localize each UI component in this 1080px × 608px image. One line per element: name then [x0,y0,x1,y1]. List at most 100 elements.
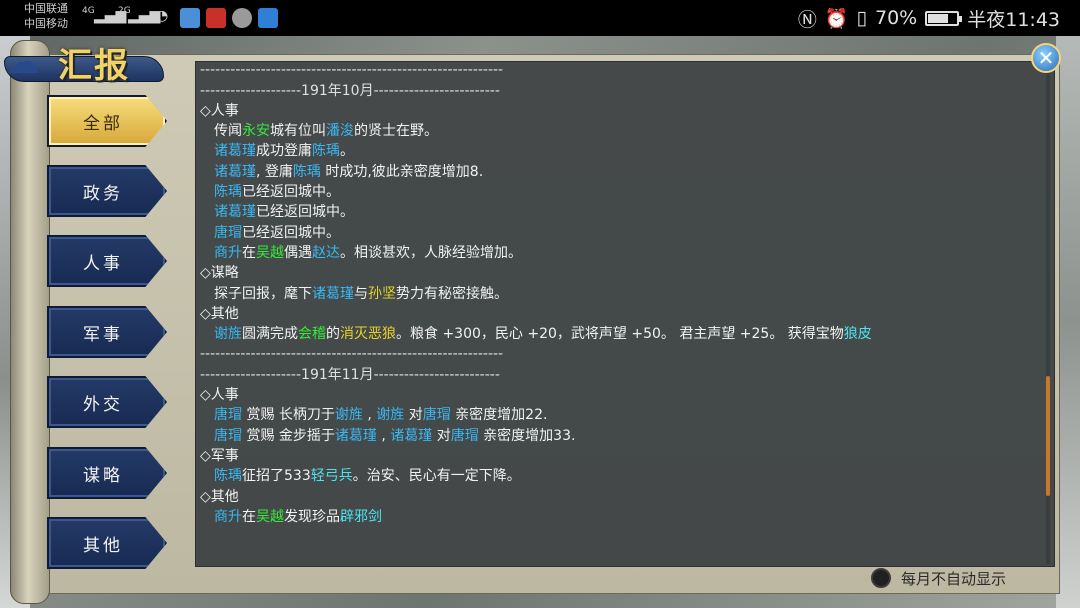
nav-tab-6[interactable]: 其他 [47,517,167,569]
log-text-segment: 唐瑁 [422,407,451,424]
carrier-labels: 中国联通 中国移动 [24,1,68,31]
log-text-segment: 势力有秘密接触。 [396,285,508,302]
log-text-segment: 吴越 [256,508,284,525]
title-banner: ☁ 汇报 [4,36,174,100]
log-text-segment: 狼皮 [843,326,872,343]
game-scene: 谢旌征招了504轻弓兵。治安、民心有一定下降。-----------------… [0,36,1080,608]
log-entry: 诸葛瑾已经返回城中。 [196,202,1036,222]
log-entry: 商升在吴越偶遇赵达。相谈甚欢，人脉经验增加。 [196,243,1036,263]
app-notification-icon [180,8,200,28]
log-text-segment: 。 [340,143,354,160]
log-text-segment: 时成功,彼此亲密度增加8. [320,163,484,180]
nav-tab-4[interactable]: 外交 [47,376,167,428]
auto-show-toggle[interactable]: 每月不自动显示 [871,566,1006,590]
log-text-segment: 谢旌 [376,407,405,424]
log-text-segment: 消灭恶狼 [340,326,396,343]
status-right-group: Ⓝ ⏰ ▯ 70% 半夜11:43 [798,5,1060,31]
log-entry: 探子回报，麾下诸葛瑾与孙坚势力有秘密接触。 [196,284,1036,304]
log-text-segment: --------------------191年11月-------------… [200,366,500,383]
log-text-segment: 已经返回城中。 [242,184,340,201]
log-entry: 唐瑁已经返回城中。 [196,223,1036,243]
log-text-segment: 。治安、民心有一定下降。 [352,468,521,485]
log-text-segment: 成功登庸 [256,143,312,160]
log-text-segment: 。粮食 +300，民心 +20，武将声望 +50。 君主声望 +25。 获得宝物 [396,326,844,343]
log-text-segment: 诸葛瑾 [312,285,354,302]
log-text-segment: 圆满完成 [242,326,298,343]
log-text-segment: 诸葛瑾 [214,143,256,160]
log-text-segment: 诸葛瑾 [214,204,256,221]
log-text-segment: 诸葛瑾 [390,427,433,444]
log-scrollbar-thumb[interactable] [1046,375,1050,496]
carrier-2: 中国移动 [24,17,68,30]
log-text-segment: , 登庸 [256,163,293,180]
nav-tab-label: 全部 [83,113,123,134]
log-section-header: ◇谋略 [196,263,1036,283]
carrier-1: 中国联通 [24,2,68,15]
alarm-icon: ⏰ [824,7,849,30]
report-log[interactable]: 谢旌征招了504轻弓兵。治安、民心有一定下降。-----------------… [196,62,1036,566]
log-section-header: ◇军事 [196,446,1036,466]
log-text-segment: 商升 [214,508,242,525]
log-text-segment: 与 [354,285,368,302]
log-text-segment: --------------------191年10月-------------… [200,82,500,99]
log-separator: --------------------191年11月-------------… [196,365,1036,385]
log-separator: --------------------191年10月-------------… [196,81,1036,101]
clock: 半夜11:43 [967,8,1060,31]
log-section-header: ◇人事 [196,385,1036,405]
report-panel: 谢旌征招了504轻弓兵。治安、民心有一定下降。-----------------… [36,54,1060,594]
log-text-segment: 唐瑁 [214,224,242,241]
log-text-segment: ----------------------------------------… [200,346,504,363]
log-text-segment: 已经返回城中。 [256,204,354,221]
nav-tab-1[interactable]: 政务 [47,165,167,217]
log-entry: 陈瑀已经返回城中。 [196,182,1036,202]
report-log-box[interactable]: 谢旌征招了504轻弓兵。治安、民心有一定下降。-----------------… [195,61,1055,567]
log-separator: ----------------------------------------… [196,344,1036,364]
log-text-segment: 陈瑀 [312,143,340,160]
nav-tab-label: 谋略 [83,465,123,486]
log-text-segment: 陈瑀 [214,468,242,485]
log-text-segment: 诸葛瑾 [334,427,377,444]
nav-tab-3[interactable]: 军事 [47,306,167,358]
log-text-segment: 赏赐 金步摇于 [242,427,335,444]
scroll-roll [10,40,50,604]
nav-tab-2[interactable]: 人事 [47,235,167,287]
close-icon: ✕ [1031,43,1061,73]
log-text-segment: 唐瑁 [214,427,242,444]
nav-tab-label: 政务 [83,183,123,204]
log-text-segment: 城有位叫 [270,123,326,140]
log-text-segment: 探子回报，麾下 [214,285,312,302]
log-entry: 诸葛瑾, 登庸陈瑀 时成功,彼此亲密度增加8. [196,162,1036,182]
log-text-segment: 诸葛瑾 [214,163,256,180]
log-entry: 谢旌圆满完成会稽的消灭恶狼。粮食 +300，民心 +20，武将声望 +50。 君… [196,324,1036,344]
log-text-segment: 陈瑀 [214,184,242,201]
log-section-header: ◇其他 [196,487,1036,507]
log-text-segment: , [376,427,391,444]
close-button[interactable]: ✕ [1024,36,1068,80]
log-section-header: ◇人事 [196,101,1036,121]
log-text-segment: , [362,407,377,424]
battery-icon [925,10,963,26]
stock-app-icon [206,8,226,28]
log-entry: 诸葛瑾成功登庸陈瑀。 [196,141,1036,161]
game-app-icon [258,8,278,28]
status-bar: 中国联通 中国移动 4G ▂▄▆ 2G ▂▄▆ ◔ Ⓝ ⏰ ▯ 70% 半夜11… [0,0,1080,36]
log-text-segment: ◇军事 [200,447,239,464]
wifi-icon: ◔ [156,8,169,24]
log-text-segment: 在 [242,244,256,261]
nav-tab-label: 军事 [83,324,123,345]
log-text-segment: 谢旌 [214,326,242,343]
log-entry: 商升在吴越发现珍品辟邪剑 [196,507,1036,527]
log-text-segment: 会稽 [298,326,326,343]
log-scrollbar[interactable] [1046,66,1050,564]
report-log-lines: 谢旌征招了504轻弓兵。治安、民心有一定下降。-----------------… [196,62,1036,527]
log-text-segment: 潘浚 [326,123,354,140]
nav-tab-5[interactable]: 谋略 [47,447,167,499]
nav-tab-0[interactable]: 全部 [47,95,167,147]
cloud-ornament-icon: ☁ [6,42,40,82]
log-text-segment: ----------------------------------------… [200,62,504,79]
log-section-header: ◇其他 [196,304,1036,324]
log-text-segment: 赏赐 长柄刀于 [242,407,335,424]
log-text-segment: 陈瑀 [292,163,321,180]
log-entry: 唐瑁 赏赐 长柄刀于谢旌 , 谢旌 对唐瑁 亲密度增加22. [196,405,1036,425]
auto-show-radio[interactable] [871,568,891,588]
